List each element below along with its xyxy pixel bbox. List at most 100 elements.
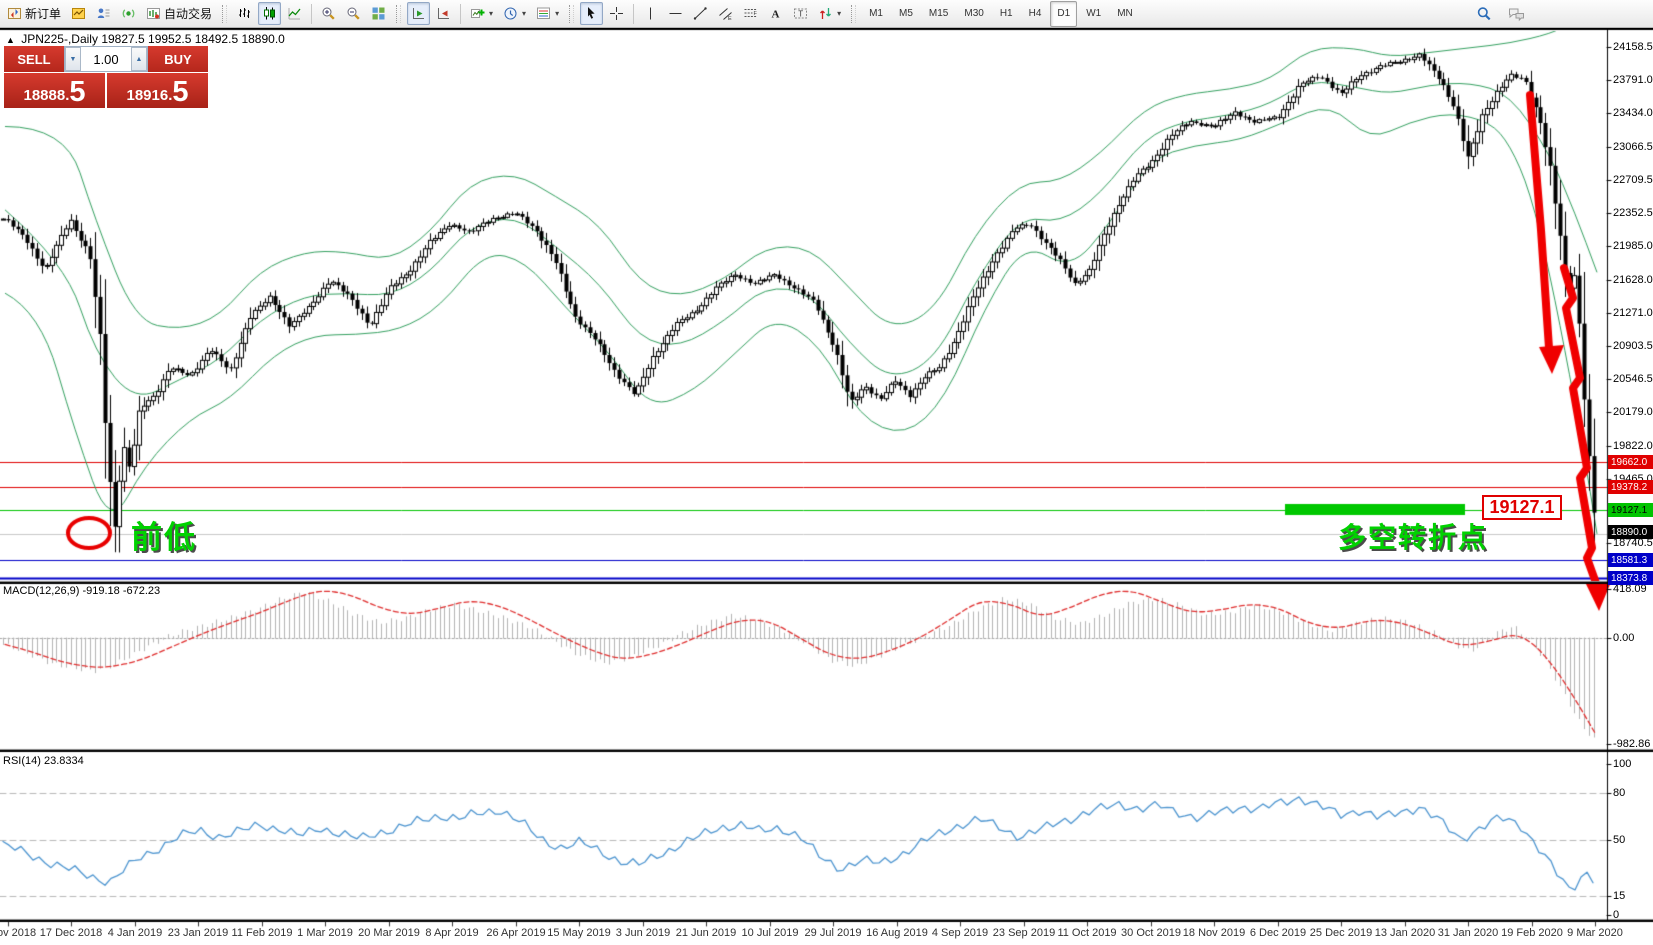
date-label: 20 Mar 2019 <box>358 927 420 939</box>
sell-button[interactable]: SELL <box>4 46 64 72</box>
cursor-button[interactable] <box>580 2 603 25</box>
date-label: 19 Feb 2020 <box>1501 927 1563 939</box>
periods-button[interactable]: ▾ <box>499 2 530 25</box>
timeframe-d1-button[interactable]: D1 <box>1050 1 1077 27</box>
chart-shift-button[interactable] <box>432 2 455 25</box>
volume-input[interactable]: 1.00 <box>81 47 131 71</box>
date-label: 1 Mar 2019 <box>297 927 353 939</box>
chevron-down-icon[interactable]: ▾ <box>555 9 559 18</box>
new-chart-button[interactable] <box>67 2 90 25</box>
price-badge-18373.8: 18373.8 <box>1608 571 1653 585</box>
indicator-scale-label: 15 <box>1613 890 1625 902</box>
chevron-down-icon[interactable]: ▾ <box>837 9 841 18</box>
line-chart-button[interactable] <box>283 2 306 25</box>
candlestick-chart-button[interactable] <box>258 2 281 25</box>
price-tick-label: 22709.5 <box>1613 174 1653 186</box>
hline-icon <box>668 6 683 21</box>
shift-icon <box>436 6 451 21</box>
fibonacci-button[interactable]: F <box>739 2 762 25</box>
toolbar-separator <box>311 4 312 24</box>
price-badge-18581.3: 18581.3 <box>1608 553 1653 567</box>
date-label: 29 Jul 2019 <box>805 927 862 939</box>
svg-text:E: E <box>728 16 732 21</box>
date-label: 3 Jun 2019 <box>616 927 670 939</box>
svg-text:A: A <box>772 9 780 21</box>
date-label: 30 Oct 2019 <box>1121 927 1181 939</box>
indicator-scale-label: 0.00 <box>1613 632 1634 644</box>
chat-button[interactable] <box>1504 2 1529 25</box>
fibo-icon: F <box>743 6 758 21</box>
zoom-in-button[interactable] <box>317 2 340 25</box>
main-toolbar: 新订单 自动交易 ▾ ▾ ▾ E F A T ▾ M1M5M15M30H1H4D1W1MN <box>0 0 1653 28</box>
timeframe-m15-button[interactable]: M15 <box>922 1 955 27</box>
buy-price[interactable]: 18916.5 <box>107 73 208 108</box>
chevron-down-icon[interactable]: ▾ <box>522 9 526 18</box>
line-chart-icon <box>287 6 302 21</box>
auto-scroll-button[interactable] <box>407 2 430 25</box>
equidistant-channel-button[interactable]: E <box>714 2 737 25</box>
timeframe-h1-button[interactable]: H1 <box>993 1 1020 27</box>
indicator-scale-label: -982.86 <box>1613 738 1650 750</box>
turning-price-label: 19127.1 <box>1482 495 1562 520</box>
signals-button[interactable] <box>117 2 140 25</box>
price-tick-label: 20903.5 <box>1613 340 1653 352</box>
date-label: 17 Dec 2018 <box>40 927 102 939</box>
chevron-down-icon[interactable]: ▾ <box>489 9 493 18</box>
timeframe-m1-button[interactable]: M1 <box>862 1 890 27</box>
date-label: 13 Jan 2020 <box>1375 927 1436 939</box>
label-icon: T <box>793 6 808 21</box>
crosshair-button[interactable] <box>605 2 628 25</box>
bars-icon <box>237 6 252 21</box>
toolbar-grip <box>569 5 574 23</box>
cursor-icon <box>584 6 599 21</box>
indicators-button[interactable]: ▾ <box>466 2 497 25</box>
collapse-icon[interactable]: ▲ <box>6 35 15 45</box>
zoom-in-icon <box>321 6 336 21</box>
svg-text:T: T <box>798 10 803 19</box>
templates-button[interactable]: ▾ <box>532 2 563 25</box>
prev-low-annotation: 前低 <box>131 512 197 557</box>
trendline-icon <box>693 6 708 21</box>
timeframe-w1-button[interactable]: W1 <box>1079 1 1108 27</box>
timeframe-h4-button[interactable]: H4 <box>1022 1 1049 27</box>
search-button[interactable] <box>1472 2 1496 25</box>
tile-windows-button[interactable] <box>367 2 390 25</box>
horizontal-line-button[interactable] <box>664 2 687 25</box>
trendline-button[interactable] <box>689 2 712 25</box>
new-order-button[interactable]: 新订单 <box>3 2 65 25</box>
search-icon <box>1476 6 1492 22</box>
autotrading-button[interactable]: 自动交易 <box>142 2 216 25</box>
toolbar-grip <box>396 5 401 23</box>
buy-button[interactable]: BUY <box>148 46 208 72</box>
price-tick-label: 24158.5 <box>1613 41 1653 53</box>
text-label-button[interactable]: T <box>789 2 812 25</box>
volume-increase-button[interactable]: ▲ <box>131 47 147 71</box>
tile-windows-icon <box>371 6 386 21</box>
vertical-line-button[interactable] <box>639 2 662 25</box>
price-tick-label: 23791.0 <box>1613 74 1653 86</box>
sell-price[interactable]: 18888.5 <box>4 73 105 108</box>
profiles-button[interactable] <box>92 2 115 25</box>
date-label: 9 Mar 2020 <box>1567 927 1623 939</box>
arrows-button[interactable]: ▾ <box>814 2 845 25</box>
price-badge-19127.1: 19127.1 <box>1608 503 1653 517</box>
timeframe-m5-button[interactable]: M5 <box>892 1 920 27</box>
date-label: 21 Jun 2019 <box>676 927 737 939</box>
chart-canvas[interactable] <box>0 28 1653 945</box>
indicator-scale-label: 0 <box>1613 909 1619 921</box>
date-label: 23 Jan 2019 <box>168 927 229 939</box>
text-button[interactable]: A <box>764 2 787 25</box>
price-tick-label: 22352.5 <box>1613 207 1653 219</box>
indicators-icon <box>470 6 485 21</box>
timeframe-m30-button[interactable]: M30 <box>957 1 990 27</box>
zoom-out-button[interactable] <box>342 2 365 25</box>
price-tick-label: 21985.0 <box>1613 240 1653 252</box>
price-tick-label: 21271.0 <box>1613 307 1653 319</box>
volume-decrease-button[interactable]: ▼ <box>65 47 81 71</box>
bar-chart-button[interactable] <box>233 2 256 25</box>
indicator-scale-label: 100 <box>1613 758 1631 770</box>
zoom-out-icon <box>346 6 361 21</box>
arrows-icon <box>818 6 833 21</box>
indicator-scale-label: 50 <box>1613 834 1625 846</box>
timeframe-mn-button[interactable]: MN <box>1110 1 1140 27</box>
